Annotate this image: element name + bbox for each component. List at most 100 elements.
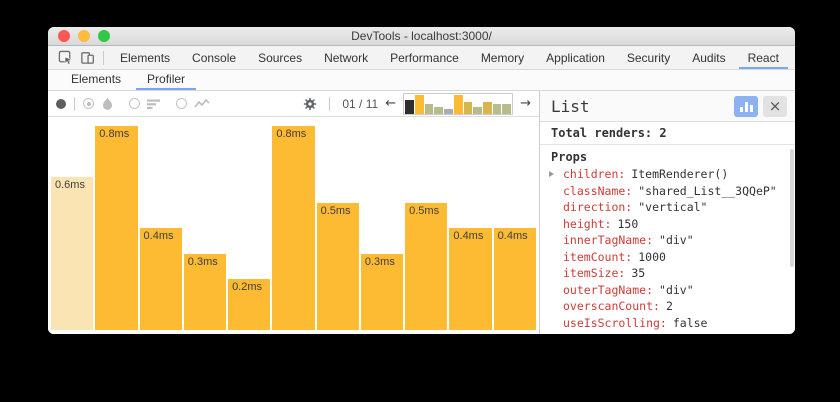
minimap-bar-3[interactable] [425,104,434,114]
profiler-toolbar: 01 / 11 ← → [48,91,539,117]
close-panel-button[interactable]: × [763,96,787,117]
prop-key: width: [563,332,605,334]
component-details-pane: List × Total renders: 2 Props children:I… [540,91,795,334]
minimap-bar-4[interactable] [434,107,443,114]
inspect-element-button[interactable] [54,48,76,68]
expand-arrow-icon[interactable] [549,171,554,177]
record-button[interactable] [56,99,66,109]
tab-network[interactable]: Network [313,47,379,69]
snapshot-minimap[interactable] [403,93,513,115]
tab-sources[interactable]: Sources [247,47,313,69]
component-header: List × [540,91,795,122]
commit-bar-4[interactable]: 0.3ms [184,254,226,331]
minimap-bar-1[interactable] [405,100,414,114]
prop-key: itemSize: [563,266,625,280]
props-scrollbar[interactable] [790,149,794,267]
inspect-cursor-icon [58,50,73,65]
prop-key: className: [563,184,632,198]
commit-duration-label: 0.4ms [498,230,528,242]
next-snapshot-button[interactable]: → [520,97,531,110]
profiler-left-pane: 01 / 11 ← → 0.6ms 0.8ms 0.4ms 0.3ms 0.2ms 0.8… [48,91,540,334]
minimize-window-button[interactable] [78,30,90,42]
prop-row-itemCount: itemCount:1000 [540,249,795,266]
flamegraph-radio[interactable] [83,98,94,109]
prop-row-outerTagName: outerTagName:"div" [540,282,795,299]
commit-duration-label: 0.3ms [188,256,218,268]
toggle-device-toolbar-button[interactable] [76,48,98,68]
commit-bar-2[interactable]: 0.8ms [95,126,137,330]
tab-memory[interactable]: Memory [470,47,535,69]
snapshot-counter: 01 / 11 [342,97,378,111]
devtools-tabs: ElementsConsoleSourcesNetworkPerformance… [109,47,790,69]
minimap-bar-6[interactable] [454,95,463,114]
tab-application[interactable]: Application [535,47,616,69]
prop-value: "div" [659,233,694,247]
tab-console[interactable]: Console [181,47,247,69]
snapshot-nav: 01 / 11 ← → [303,93,531,115]
commit-bar-6[interactable]: 0.8ms [272,126,314,330]
prop-key: direction: [563,200,632,214]
commit-bar-8[interactable]: 0.3ms [361,254,403,331]
minimap-bar-11[interactable] [502,104,511,114]
commit-bar-7[interactable]: 0.5ms [317,203,359,331]
prop-key: useIsScrolling: [563,316,667,330]
commit-bar-5[interactable]: 0.2ms [228,279,270,330]
close-window-button[interactable] [58,30,70,42]
commit-bar-1[interactable]: 0.6ms [51,177,93,330]
minimap-bar-9[interactable] [483,102,492,114]
window-title: DevTools - localhost:3000/ [48,27,795,45]
prop-row-useIsScrolling: useIsScrolling:false [540,315,795,332]
tab-elements[interactable]: Elements [109,47,181,69]
component-name: List [551,97,590,116]
minimap-bar-7[interactable] [464,102,473,114]
tab-audits[interactable]: Audits [681,47,736,69]
settings-gear-icon[interactable] [303,97,317,111]
prop-row-itemSize: itemSize:35 [540,265,795,282]
tab-react[interactable]: React [737,47,790,69]
commit-duration-label: 0.8ms [99,128,129,140]
tab-performance[interactable]: Performance [379,47,470,69]
commit-duration-label: 0.2ms [232,281,262,293]
prop-key: overscanCount: [563,299,660,313]
commit-duration-label: 0.4ms [453,230,483,242]
toolbar-divider [74,97,75,111]
ranked-chart-icon[interactable] [147,98,161,110]
prop-key: height: [563,217,611,231]
minimap-bar-5[interactable] [444,109,453,114]
prop-key: outerTagName: [563,283,653,297]
commit-bar-11[interactable]: 0.4ms [494,228,536,330]
commit-duration-label: 0.8ms [276,128,306,140]
minimap-bar-2[interactable] [415,95,424,114]
devtools-tab-bar: ElementsConsoleSourcesNetworkPerformance… [48,46,795,70]
toolbar-divider [329,97,330,111]
prop-value: 300 [611,332,632,334]
props-panel: Props children:ItemRenderer()className:"… [540,145,795,334]
ranked-radio[interactable] [129,98,140,109]
subtab-elements[interactable]: Elements [58,70,134,90]
toolbar-divider [103,51,104,65]
bar-chart-icon [745,102,748,112]
zoom-window-button[interactable] [98,30,110,42]
bar-chart-icon [750,105,753,112]
view-render-chart-button[interactable] [734,96,758,117]
bar-chart-icon [740,107,743,112]
interactions-chart-icon[interactable] [194,98,210,110]
interactions-radio[interactable] [176,98,187,109]
prop-row-direction: direction: "vertical" [540,199,795,216]
minimap-bar-10[interactable] [493,104,502,114]
commit-bar-9[interactable]: 0.5ms [405,203,447,331]
prop-row-className: className:"shared_List__3QQeP" [540,183,795,200]
minimap-bar-8[interactable] [473,107,482,114]
prop-key: children: [563,167,625,181]
previous-snapshot-button[interactable]: ← [385,97,396,110]
subtab-profiler[interactable]: Profiler [134,70,198,90]
prop-value: "vertical" [638,200,707,214]
prop-value: 1000 [638,250,666,264]
commit-bar-10[interactable]: 0.4ms [449,228,491,330]
prop-row-children[interactable]: children:ItemRenderer() [540,166,795,183]
commit-bar-3[interactable]: 0.4ms [140,228,182,330]
tab-security[interactable]: Security [616,47,681,69]
header-buttons: × [734,96,787,117]
flame-icon[interactable] [101,97,114,111]
device-toolbar-icon [80,50,95,65]
